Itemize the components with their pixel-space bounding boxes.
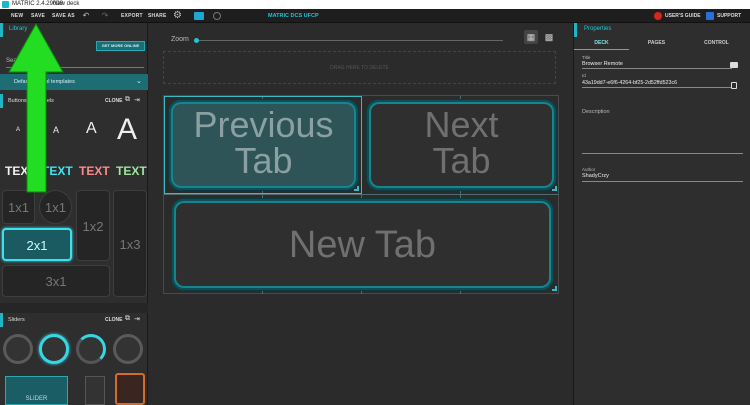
green-arrow-icon: [8, 22, 64, 193]
annotation-arrow-overlay: [8, 22, 64, 193]
